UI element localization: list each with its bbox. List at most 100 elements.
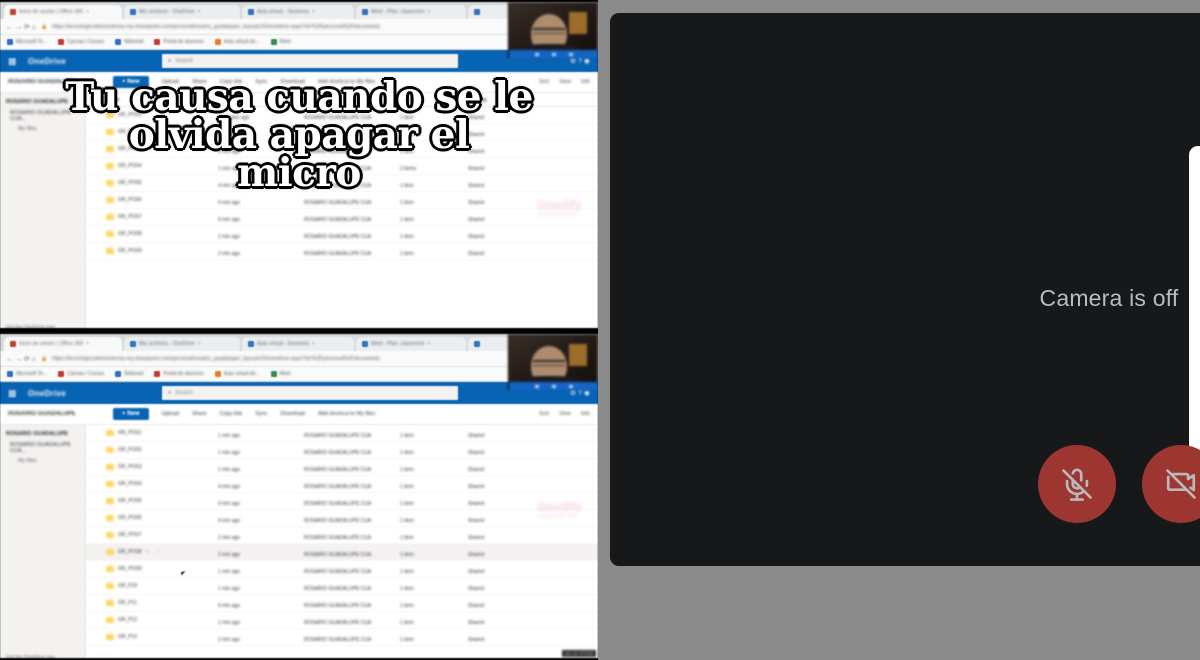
table-row[interactable]: GR_POS4 1 min ago ROSARIO GUADALUPE CUA 2 i… — [86, 158, 598, 175]
table-row[interactable]: GR_POS6 4 min ago ROSARIO GUADALUPE CUA 1 i… — [86, 510, 598, 527]
file-name-cell[interactable]: GR_POS1 — [106, 430, 218, 436]
bookmark-item[interactable]: Portal de alumnos — [154, 371, 204, 377]
share-icon[interactable]: ⌁ — [146, 549, 149, 555]
upload-button[interactable]: Upload — [162, 79, 179, 85]
file-name-cell[interactable]: GR_POS8 ⌁ ⋯ — [106, 549, 218, 555]
microphone-toggle-button[interactable] — [1038, 445, 1116, 523]
browser-tab[interactable]: Meet - Plan. classroom × — [356, 5, 466, 19]
table-row[interactable]: GR_POS3 1 min ago ROSARIO GUADALUPE CUA 1 i… — [86, 459, 598, 476]
bookmark-item[interactable]: Canvas / Cursos — [58, 39, 104, 45]
upload-button[interactable]: Upload — [162, 411, 179, 417]
bookmark-item[interactable]: Microsoft Te... — [7, 371, 47, 377]
close-icon[interactable]: × — [312, 341, 315, 347]
app-launcher-icon[interactable]: ▦ — [8, 56, 18, 66]
bookmark-item[interactable]: Meet — [270, 371, 291, 377]
table-row[interactable]: GR_POS9 1 min ago ROSARIO GUADALUPE CUA 1 i… — [86, 561, 598, 578]
table-row[interactable]: GR_POS4 4 min ago ROSARIO GUADALUPE CUA 1 i… — [86, 476, 598, 493]
copy-link-button[interactable]: Copy link — [220, 411, 243, 417]
search-input[interactable]: ⌕ Search — [161, 54, 458, 68]
file-name-cell[interactable]: GR_POS3 — [106, 146, 218, 152]
webcam-camera-icon[interactable] — [551, 52, 556, 56]
webcam-expand-icon[interactable] — [568, 52, 573, 56]
close-icon[interactable]: × — [198, 9, 201, 15]
bookmark-item[interactable]: Meet — [270, 39, 291, 45]
app-launcher-icon[interactable]: ▦ — [8, 388, 18, 398]
camera-toggle-button[interactable] — [1142, 445, 1200, 523]
file-name-cell[interactable]: GR_POS2 — [106, 447, 218, 453]
row-quick-actions[interactable]: ⌁ ⋯ — [146, 549, 161, 555]
close-icon[interactable]: × — [86, 341, 89, 347]
table-row[interactable]: GR_POS8 ⌁ ⋯ 2 min ago ROSARIO GUADALUPE CUA 1… — [86, 544, 598, 561]
bookmark-item[interactable]: Webmail — [115, 371, 143, 377]
view-button[interactable]: View — [559, 79, 571, 85]
suite-bar-actions[interactable]: ⚙ ? ◉ — [570, 57, 590, 65]
table-row[interactable]: GR_P10 1 min ago ROSARIO GUADALUPE CUA 1 it… — [86, 578, 598, 595]
webcam-mic-icon[interactable] — [534, 52, 539, 56]
file-name-cell[interactable]: GR_P13 — [106, 634, 218, 640]
browser-tab[interactable]: Inicio de sesión | Office 365 × — [4, 337, 122, 351]
close-icon[interactable]: × — [427, 341, 430, 347]
file-name-cell[interactable]: GR_POS6 — [106, 197, 218, 203]
table-row[interactable]: GR_P11 4 min ago ROSARIO GUADALUPE CUA 1 it… — [86, 595, 598, 612]
column-modified-by[interactable]: Modified By — [304, 97, 400, 103]
file-name-cell[interactable]: GR_POS9 — [106, 566, 218, 572]
column-file-size[interactable]: File size — [400, 97, 468, 103]
table-row[interactable]: GR_POS8 2 min ago ROSARIO GUADALUPE CUA 1 i… — [86, 226, 598, 243]
file-name-cell[interactable]: GR_POS7 — [106, 214, 218, 220]
browser-tab[interactable]: Mis archivos - OneDrive × — [124, 337, 240, 351]
bookmark-item[interactable]: Portal de alumnos — [154, 39, 204, 45]
file-name-cell[interactable]: GR_POS9 — [106, 248, 218, 254]
file-name-cell[interactable]: GR_POS3 — [106, 464, 218, 470]
webcam-camera-icon[interactable] — [551, 384, 556, 388]
webcam-expand-icon[interactable] — [568, 384, 573, 388]
new-button[interactable]: + New — [113, 408, 149, 420]
sync-button[interactable]: Sync — [255, 79, 267, 85]
sidebar-item-root[interactable]: ROSARIO GUADALUPE CUA... — [6, 110, 79, 122]
add-shortcut-button[interactable]: Add shortcut to My files — [318, 79, 375, 85]
column-modified[interactable]: Modified — [218, 97, 304, 103]
table-row[interactable]: GR_POS1 4 minutes ago ROSARIO GUADALUPE CU… — [86, 107, 598, 124]
command-bar-right[interactable]: Sort View Info — [539, 79, 590, 85]
sidebar-item-my-files[interactable]: My files — [6, 126, 79, 132]
browser-tab[interactable]: Inicio de sesión | Office 365 × — [4, 5, 122, 19]
table-row[interactable]: GR_POS3 1 min ago ROSARIO GUADALUPE CUA 1 i… — [86, 141, 598, 158]
close-icon[interactable]: × — [198, 341, 201, 347]
table-row[interactable]: GR_POS9 2 min ago ROSARIO GUADALUPE CUA 1 i… — [86, 243, 598, 260]
get-onedrive-app-link[interactable]: Get the OneDrive app — [6, 325, 79, 328]
file-name-cell[interactable]: GR_POS5 — [106, 180, 218, 186]
add-shortcut-button[interactable]: Add shortcut to My files — [318, 411, 375, 417]
bookmark-item[interactable]: Microsoft Te... — [7, 39, 47, 45]
table-row[interactable]: GR_POS7 2 min ago ROSARIO GUADALUPE CUA 1 i… — [86, 527, 598, 544]
table-row[interactable]: GR_P13 2 min ago ROSARIO GUADALUPE CUA 1 it… — [86, 629, 598, 646]
column-name[interactable]: Name — [106, 97, 218, 103]
sidebar-item-my-files[interactable]: My files — [6, 458, 79, 464]
close-icon[interactable]: × — [427, 9, 430, 15]
info-icon[interactable]: Info — [581, 411, 590, 417]
table-row[interactable]: GR_POS5 4 min ago ROSARIO GUADALUPE CUA 1 i… — [86, 493, 598, 510]
copy-link-button[interactable]: Copy link — [220, 79, 243, 85]
download-button[interactable]: Download — [281, 79, 305, 85]
table-row[interactable]: GR_P12 1 min ago ROSARIO GUADALUPE CUA 1 it… — [86, 612, 598, 629]
share-button[interactable]: Share — [192, 411, 207, 417]
file-name-cell[interactable]: GR_POS4 — [106, 481, 218, 487]
file-name-cell[interactable]: GR_POS6 — [106, 515, 218, 521]
table-row[interactable]: GR_POS2 1 min ago ROSARIO GUADALUPE CUA 1 i… — [86, 124, 598, 141]
browser-tab[interactable]: Meet - Plan. classroom × — [356, 337, 466, 351]
browser-tab[interactable]: Aula virtual - Sesiones × — [242, 337, 354, 351]
bookmark-item[interactable]: Webmail — [115, 39, 143, 45]
search-input[interactable]: ⌕ Search — [161, 386, 458, 400]
file-name-cell[interactable]: GR_POS5 — [106, 498, 218, 504]
file-name-cell[interactable]: GR_P11 — [106, 600, 218, 606]
sort-button[interactable]: Sort — [539, 411, 549, 417]
close-icon[interactable]: × — [312, 9, 315, 15]
table-row[interactable]: GR_POS7 4 min ago ROSARIO GUADALUPE CUA 1 i… — [86, 209, 598, 226]
select-all-checkbox[interactable]: ☐ — [92, 97, 106, 103]
command-bar-right[interactable]: Sort View Info — [539, 411, 590, 417]
new-button[interactable]: + New — [113, 76, 149, 88]
info-icon[interactable]: Info — [581, 79, 590, 85]
sidebar-item-root[interactable]: ROSARIO GUADALUPE CUA... — [6, 442, 79, 454]
browser-tab[interactable]: Aula virtual - Sesiones × — [242, 5, 354, 19]
get-onedrive-app-link[interactable]: Get the OneDrive app — [6, 655, 79, 658]
bookmark-item[interactable]: Aula virtual de... — [214, 371, 260, 377]
file-name-cell[interactable]: GR_POS1 — [106, 112, 218, 118]
